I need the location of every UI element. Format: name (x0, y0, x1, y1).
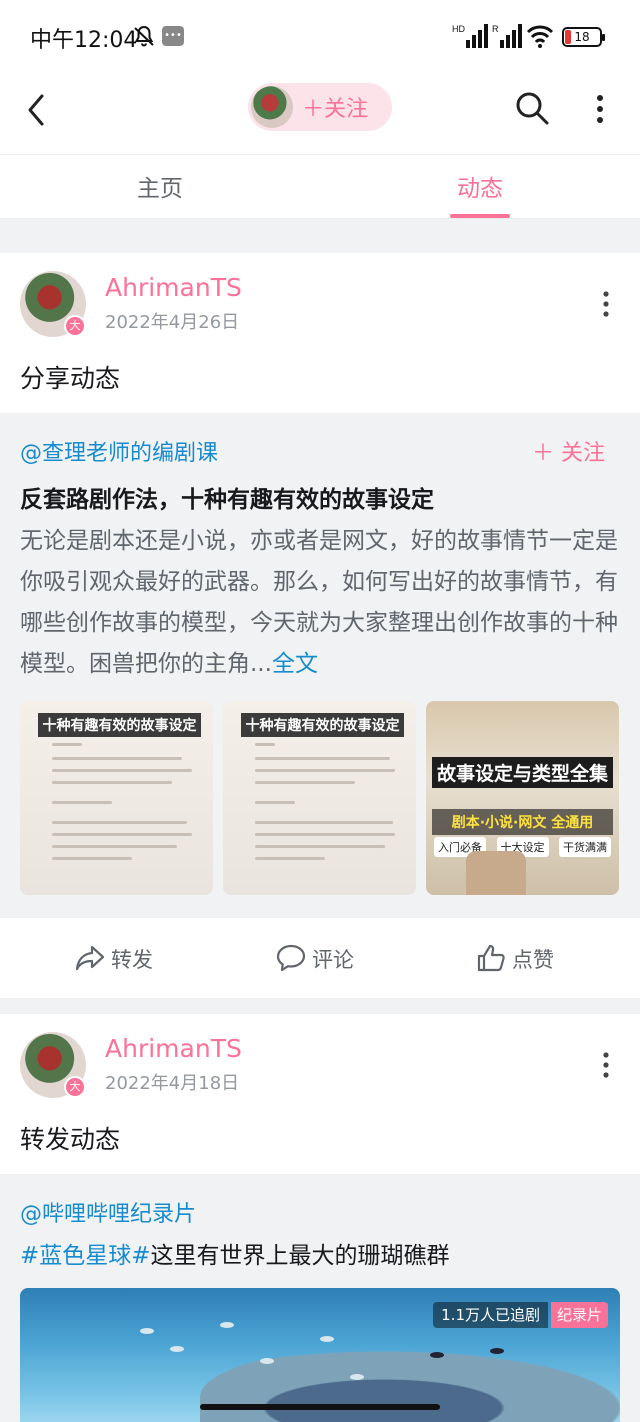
forward-label: 转发 (111, 948, 153, 972)
forward-button[interactable]: 转发 (74, 939, 174, 979)
share-arrow-icon (75, 945, 105, 971)
header-follow-button[interactable]: ＋关注 (248, 83, 392, 131)
view-count-badge: 1.1万人已追剧 (433, 1302, 548, 1328)
image-heading: 十种有趣有效的故事设定 (241, 713, 404, 737)
mute-bell-icon (134, 25, 154, 47)
back-arrow-icon[interactable] (22, 90, 52, 130)
like-label: 点赞 (512, 948, 554, 972)
wifi-icon (526, 25, 554, 48)
profile-tabs: 主页 动态 (0, 154, 640, 219)
image-tag: 干货满满 (559, 837, 611, 857)
feed-post: 大 AhrimanTS 2022年4月18日 转发动态 @哔哩哔哩纪录片 #蓝色… (0, 1014, 640, 1422)
shared-body: 无论是剧本还是小说，亦或者是网文，好的故事情节一定是你吸引观众最好的武器。那么，… (20, 521, 620, 685)
shared-video-post[interactable]: @哔哩哔哩纪录片 #蓝色星球#这里有世界上最大的珊瑚礁群 1.1万人已追剧 纪录… (0, 1174, 640, 1422)
post-username[interactable]: AhrimanTS (105, 273, 242, 302)
status-bar: 中午12:04 ••• HD R 18 (0, 0, 640, 72)
article-image-3[interactable]: 故事设定与类型全集 剧本·小说·网文 全通用 入门必备 十大设定 干货满满 (426, 701, 619, 895)
header-avatar (251, 86, 293, 128)
image-heading: 十种有趣有效的故事设定 (38, 713, 201, 737)
top-nav-bar: ＋关注 (0, 72, 640, 154)
battery-level-text: 18 (574, 30, 590, 44)
category-badge: 纪录片 (550, 1302, 608, 1328)
shared-body-text: 无论是剧本还是小说，亦或者是网文，好的故事情节一定是你吸引观众最好的武器。那么，… (20, 528, 618, 677)
shared-follow-button[interactable]: ＋ 关注 (532, 435, 605, 467)
tab-dynamics[interactable]: 动态 (400, 169, 560, 203)
hashtag-link[interactable]: #蓝色星球# (20, 1243, 151, 1269)
svg-text:R: R (492, 24, 499, 34)
post-type-label: 转发动态 (20, 1125, 121, 1154)
post-date: 2022年4月18日 (105, 1073, 240, 1094)
app-notification-icon: ••• (162, 26, 184, 46)
status-time: 中午12:04 (30, 28, 138, 53)
member-badge: 大 (64, 315, 86, 337)
post-date: 2022年4月26日 (105, 312, 240, 333)
article-image-2[interactable]: 十种有趣有效的故事设定 (223, 701, 416, 895)
comment-button[interactable]: 评论 (275, 939, 375, 979)
coral-reef-image (200, 1342, 620, 1422)
post-type-label: 分享动态 (20, 364, 121, 393)
image-heading: 故事设定与类型全集 (432, 757, 613, 788)
battery-level-fill (565, 30, 571, 44)
shared-source-link[interactable]: @查理老师的编剧课 (20, 435, 218, 467)
shared-article[interactable]: @查理老师的编剧课 ＋ 关注 反套路剧作法，十种有趣有效的故事设定 无论是剧本还… (0, 413, 640, 918)
cellular-signal-hd-icon: HD (452, 24, 488, 48)
post-username[interactable]: AhrimanTS (105, 1034, 242, 1063)
header-follow-label: ＋关注 (302, 97, 369, 122)
image-subheading: 剧本·小说·网文 全通用 (432, 809, 613, 835)
full-text-link[interactable]: 全文 (272, 651, 318, 677)
shared-title: 反套路剧作法，十种有趣有效的故事设定 (20, 487, 434, 513)
comment-bubble-icon (276, 944, 306, 972)
thumbs-up-icon (477, 944, 505, 972)
comment-label: 评论 (312, 948, 354, 972)
post-actions: 转发 评论 点赞 (0, 939, 640, 979)
svg-text:HD: HD (452, 24, 465, 34)
post-more-icon[interactable] (596, 289, 616, 319)
battery-icon: 18 (562, 27, 605, 47)
more-vertical-icon[interactable] (590, 94, 610, 124)
active-tab-indicator (450, 214, 510, 218)
like-button[interactable]: 点赞 (475, 939, 575, 979)
shared-source-link[interactable]: @哔哩哔哩纪录片 (20, 1196, 196, 1228)
tab-home[interactable]: 主页 (80, 169, 240, 203)
feed-post: 大 AhrimanTS 2022年4月26日 分享动态 @查理老师的编剧课 ＋ … (0, 253, 640, 998)
post-more-icon[interactable] (596, 1050, 616, 1080)
video-thumbnail[interactable]: 1.1万人已追剧 纪录片 (20, 1288, 620, 1422)
chair-illustration (466, 851, 526, 895)
cellular-signal-r-icon: R (492, 24, 522, 48)
article-image-1[interactable]: 十种有趣有效的故事设定 (20, 701, 213, 895)
home-indicator[interactable] (200, 1404, 440, 1410)
shared-title-text: 这里有世界上最大的珊瑚礁群 (150, 1243, 450, 1269)
member-badge: 大 (64, 1076, 86, 1098)
search-icon[interactable] (514, 90, 550, 126)
shared-title: #蓝色星球#这里有世界上最大的珊瑚礁群 (20, 1236, 450, 1270)
